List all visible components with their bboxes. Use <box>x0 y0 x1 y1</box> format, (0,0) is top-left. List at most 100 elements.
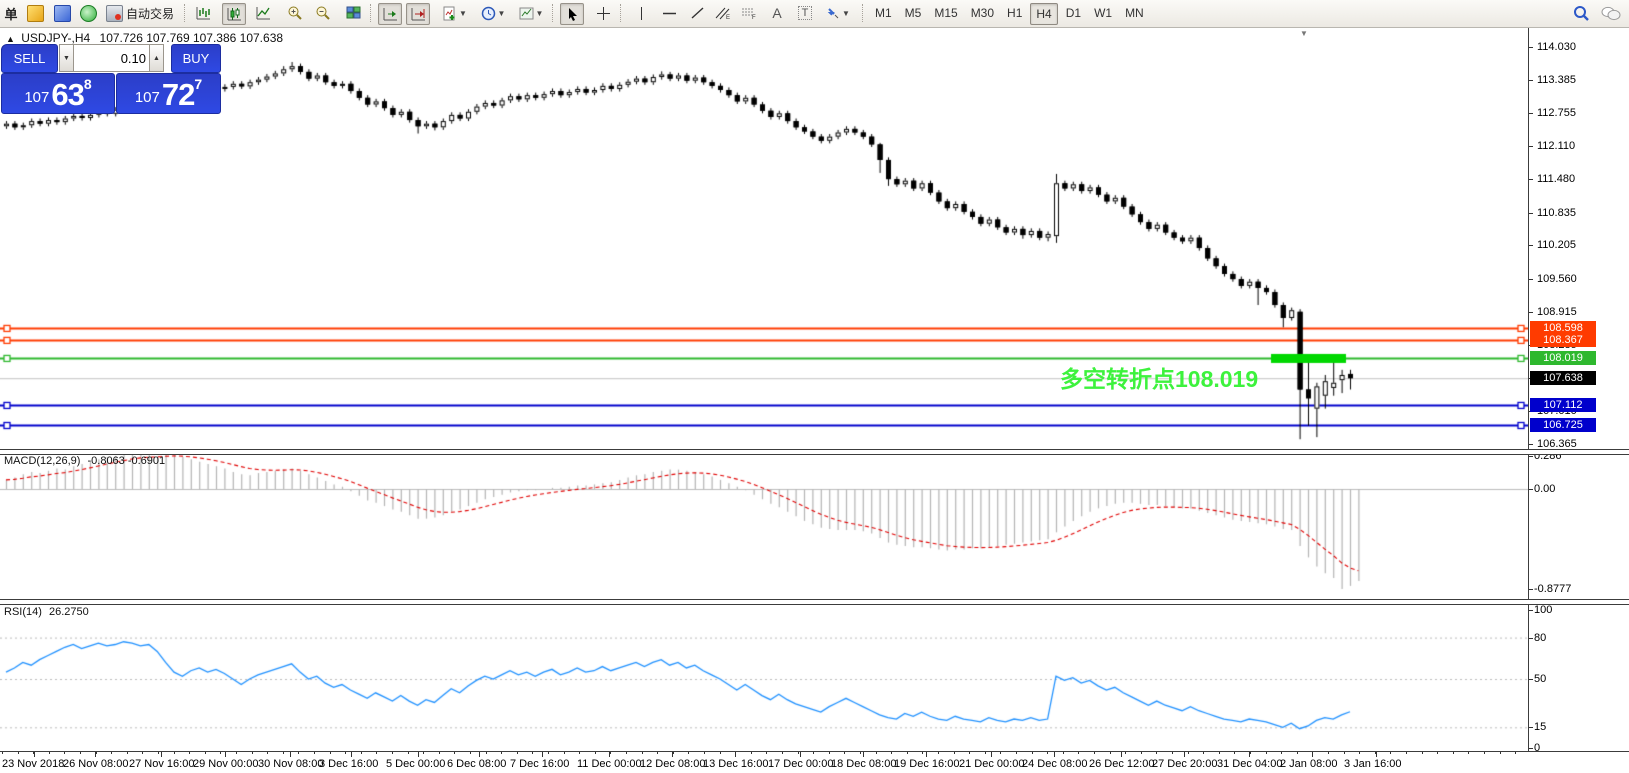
toolbar-grip[interactable] <box>862 4 863 22</box>
time-minor-tick <box>1172 752 1173 754</box>
chart-scroll-marker[interactable]: ▼ <box>1300 29 1308 38</box>
time-minor-tick <box>813 752 814 754</box>
time-minor-tick <box>1063 752 1064 754</box>
timeframe-h4[interactable]: H4 <box>1030 3 1058 25</box>
time-minor-tick <box>80 752 81 754</box>
price-line-badge: 108.367 <box>1530 333 1596 348</box>
price-chart-canvas[interactable] <box>0 30 1528 451</box>
time-minor-tick <box>1047 752 1048 754</box>
periods-button[interactable]: ▼ <box>478 3 508 23</box>
sell-price-tile[interactable]: 107 63 8 <box>1 73 115 114</box>
signals-button[interactable] <box>77 3 99 23</box>
cursor-icon <box>568 7 577 21</box>
horizontal-line-button[interactable] <box>658 3 680 23</box>
chart-window-button[interactable] <box>24 3 46 23</box>
time-minor-tick <box>626 752 627 754</box>
text-tool-button[interactable]: A <box>766 3 788 23</box>
toolbar-grip[interactable] <box>370 4 371 22</box>
time-major-tick <box>351 752 352 757</box>
timeframe-mn[interactable]: MN <box>1120 3 1149 23</box>
volume-input[interactable] <box>73 44 151 72</box>
arrow-objects-button[interactable]: ▼ <box>822 3 854 23</box>
timeframe-w1[interactable]: W1 <box>1089 3 1117 23</box>
time-axis-label: 6 Dec 08:00 <box>447 758 507 770</box>
sell-button[interactable]: SELL <box>1 44 58 73</box>
time-minor-tick <box>1328 752 1329 754</box>
time-major-tick <box>161 752 162 757</box>
sell-price-big: 63 <box>51 77 84 112</box>
rsi-tick-label: 15 <box>1534 721 1547 734</box>
macd-tick-label: -0.8777 <box>1534 583 1572 596</box>
buy-button[interactable]: BUY <box>171 44 221 73</box>
new-order-button[interactable]: 单 <box>0 3 22 23</box>
volume-up-button[interactable]: ▲ <box>149 44 164 72</box>
zoom-out-icon <box>316 6 330 20</box>
pane-splitter-macd[interactable] <box>0 449 1629 455</box>
zoom-in-button[interactable] <box>284 3 306 23</box>
chart-shift-button[interactable] <box>406 3 430 25</box>
equidistant-channel-button[interactable]: E <box>712 3 734 23</box>
timeframe-m30[interactable]: M30 <box>966 3 999 23</box>
time-minor-tick <box>408 752 409 754</box>
toolbar-grip[interactable] <box>552 4 553 22</box>
search-button[interactable] <box>1570 3 1592 23</box>
zoom-out-button[interactable] <box>312 3 334 23</box>
chart-title: ▲ USDJPY-,H4 107.726 107.769 107.386 107… <box>6 31 283 45</box>
time-minor-tick <box>314 752 315 754</box>
pivot-annotation[interactable]: 多空转折点108.019 <box>1060 360 1258 394</box>
text-label-button[interactable]: T <box>794 3 816 23</box>
auto-trading-label[interactable]: 自动交易 <box>122 3 178 23</box>
time-major-tick <box>926 752 927 757</box>
time-minor-tick <box>1234 752 1235 754</box>
rsi-pane-canvas[interactable] <box>0 603 1528 751</box>
candlestick-chart-button[interactable] <box>222 3 246 25</box>
time-minor-tick <box>174 752 175 754</box>
volume-down-button[interactable]: ▼ <box>59 44 74 72</box>
cursor-button[interactable] <box>560 3 584 25</box>
time-minor-tick <box>1156 752 1157 754</box>
timeframe-m1[interactable]: M1 <box>870 3 897 23</box>
vertical-line-button[interactable] <box>630 3 652 23</box>
crosshair-button[interactable] <box>592 3 614 23</box>
panel-collapse-arrow[interactable]: ▲ <box>6 34 15 44</box>
time-minor-tick <box>1312 752 1313 754</box>
time-minor-tick <box>1188 752 1189 754</box>
time-axis-label: 7 Dec 16:00 <box>510 758 570 770</box>
time-axis-label: 29 Nov 00:00 <box>193 758 259 770</box>
price-tick-label: 108.915 <box>1537 306 1577 319</box>
price-axis-line <box>1528 28 1529 751</box>
sell-price-prefix: 107 <box>24 89 50 106</box>
templates-button[interactable]: ▼ <box>516 3 546 23</box>
buy-price-prefix: 107 <box>134 89 160 106</box>
toolbar-grip[interactable] <box>620 4 621 22</box>
signals-icon <box>79 4 97 22</box>
chevron-down-icon: ▼ <box>497 8 506 18</box>
timeframe-m15[interactable]: M15 <box>929 3 962 23</box>
time-minor-tick <box>345 752 346 754</box>
macd-name: MACD(12,26,9) <box>4 455 81 467</box>
time-minor-tick <box>1500 752 1501 754</box>
time-axis-label: 23 Nov 2018 <box>2 758 65 770</box>
time-minor-tick <box>1219 752 1220 754</box>
auto-scroll-icon <box>383 8 397 21</box>
bar-chart-button[interactable] <box>192 3 214 23</box>
indicators-button[interactable]: ▼ <box>440 3 470 23</box>
line-chart-button[interactable] <box>252 3 274 23</box>
price-tick-label: 110.205 <box>1537 239 1576 252</box>
timeframe-d1[interactable]: D1 <box>1061 3 1086 23</box>
rsi-tick-label: 80 <box>1534 631 1547 644</box>
macd-pane-canvas[interactable] <box>0 453 1528 600</box>
timeframe-m5[interactable]: M5 <box>900 3 927 23</box>
buy-price-tile[interactable]: 107 72 7 <box>116 73 221 114</box>
tile-windows-button[interactable] <box>342 3 364 23</box>
trendline-button[interactable] <box>686 3 708 23</box>
candlestick-chart-icon <box>227 8 241 21</box>
toolbar-grip[interactable] <box>184 4 185 22</box>
auto-scroll-button[interactable] <box>378 3 402 25</box>
chat-button[interactable] <box>1600 3 1622 23</box>
timeframe-h1[interactable]: H1 <box>1002 3 1027 23</box>
market-watch-button[interactable] <box>51 3 73 23</box>
timeframe-bar: M1 M5 M15 M30 H1 H4 D1 W1 MN <box>870 3 1149 25</box>
fibonacci-button[interactable]: F <box>738 3 760 23</box>
pane-splitter-rsi[interactable] <box>0 599 1629 605</box>
